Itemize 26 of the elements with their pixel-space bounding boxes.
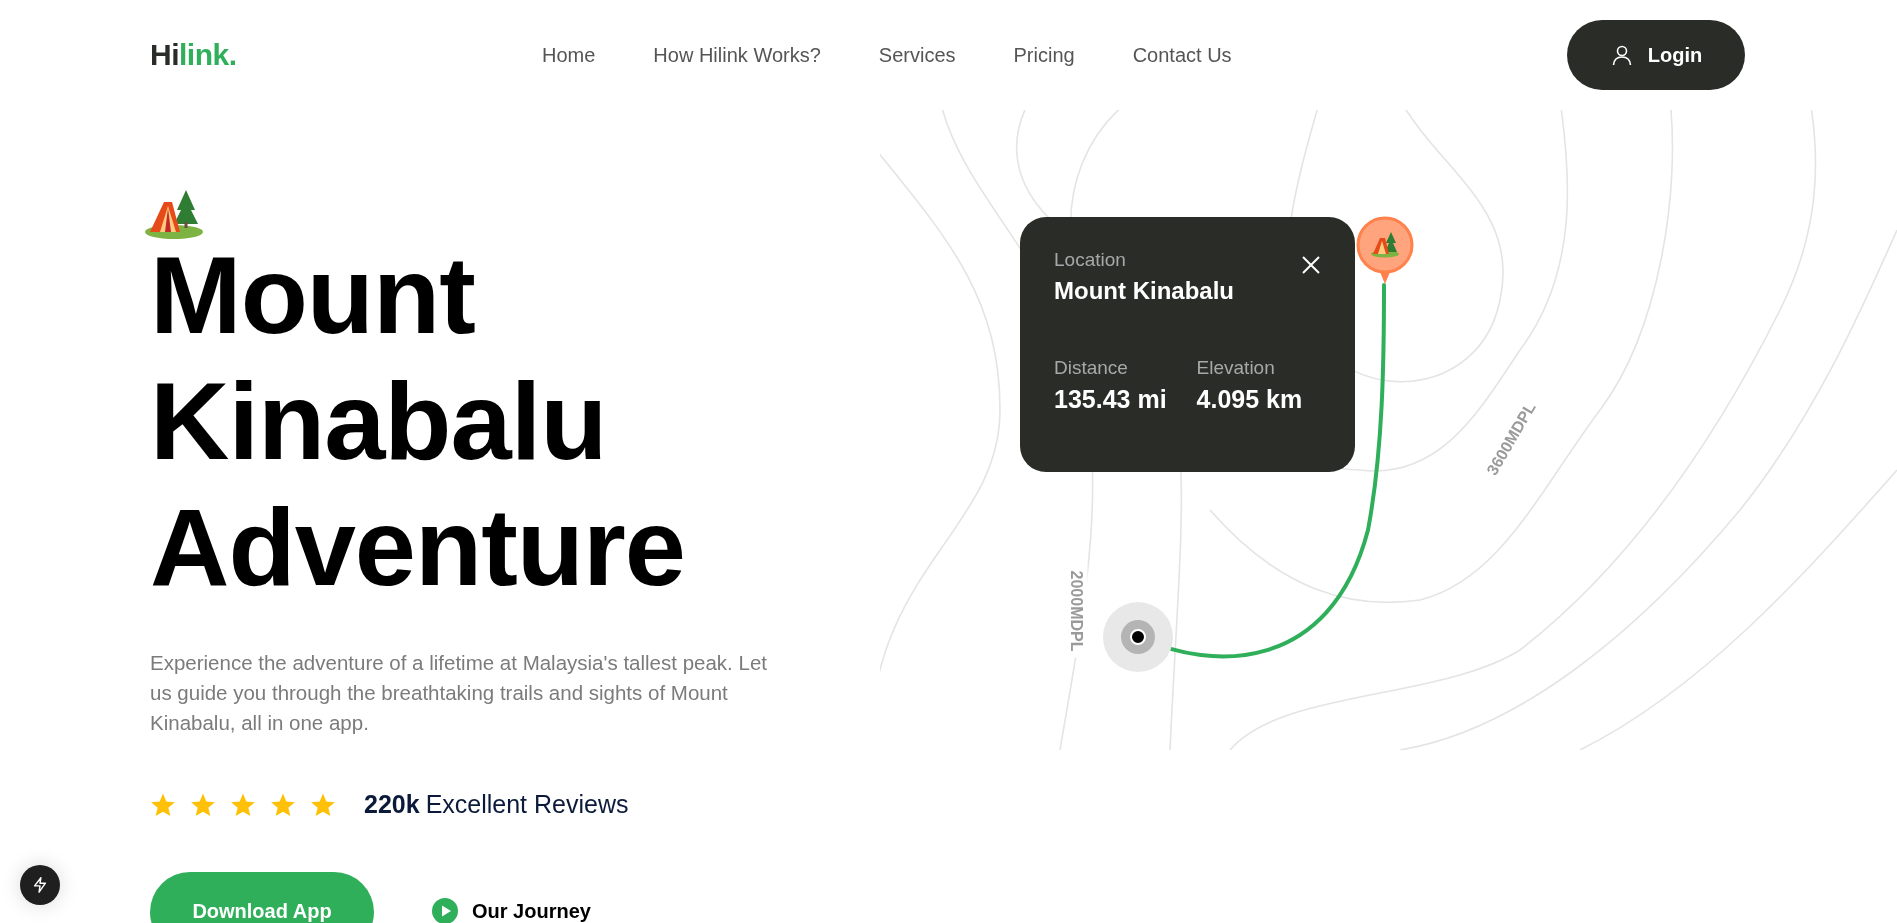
nav-link[interactable]: Services: [878, 43, 956, 67]
review-label: Excellent Reviews: [425, 790, 629, 819]
hero-title-line: Adventure: [150, 484, 685, 610]
stat-value: 4.095 km: [1196, 385, 1303, 414]
location-caption: Location: [1054, 249, 1127, 271]
flash-button[interactable]: [20, 865, 60, 905]
lightning-icon: [31, 876, 49, 894]
review-count: 220k: [364, 790, 420, 819]
tent-icon: [142, 188, 206, 240]
close-icon[interactable]: [1301, 255, 1321, 275]
hero-description: Experience the adventure of a lifetime at Malaysia's tallest peak. Let us guide you through the breathtaking trails and sights of Mount Kinabalu, all in one app.: [150, 650, 768, 736]
hero-title-line: Mount: [150, 232, 475, 358]
nav-link[interactable]: Home: [542, 43, 596, 67]
journey-button[interactable]: Our Journey: [432, 872, 591, 923]
map-pin-icon[interactable]: [1356, 216, 1414, 286]
nav-link[interactable]: How Hilink Works?: [653, 43, 821, 67]
login-button[interactable]: Login: [1567, 20, 1745, 90]
nav-link[interactable]: Pricing: [1013, 43, 1075, 67]
start-point-icon: [1103, 602, 1173, 672]
location-name: Mount Kinabalu: [1054, 277, 1234, 305]
stat-value: 135.43 mi: [1054, 385, 1167, 414]
hero-title-line: Kinabalu: [150, 358, 607, 484]
nav-link[interactable]: Contact Us: [1132, 43, 1232, 67]
stat-label: Elevation: [1196, 357, 1276, 379]
stat-label: Distance: [1054, 357, 1129, 379]
logo[interactable]: Hilink.: [150, 38, 530, 72]
